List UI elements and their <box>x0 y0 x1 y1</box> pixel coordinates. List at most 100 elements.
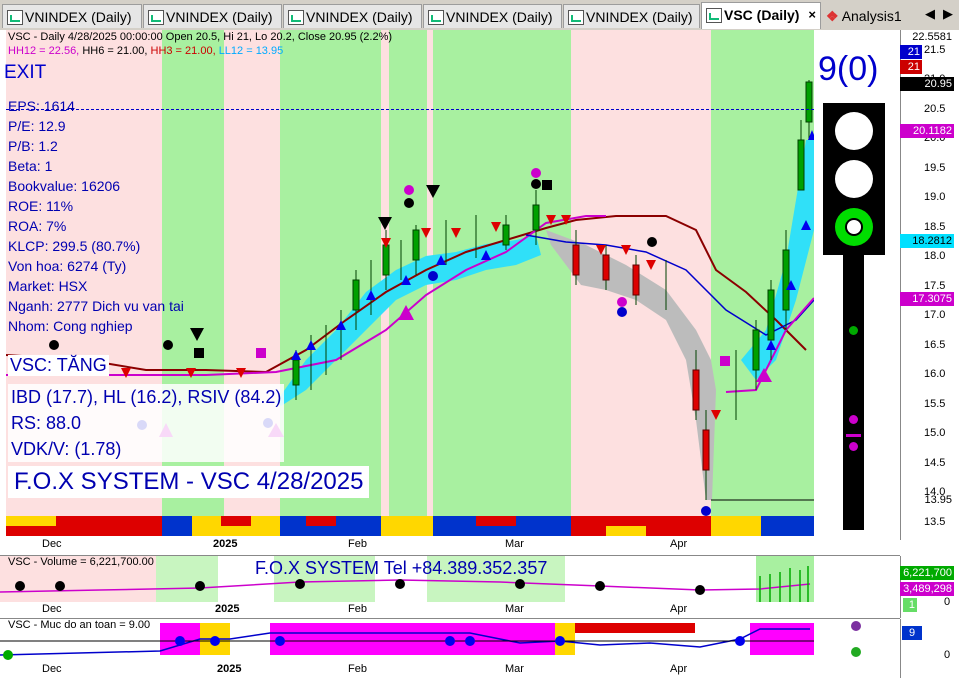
tick: 14.5 <box>924 457 946 469</box>
fundamentals-panel: EPS: 1614 P/E: 12.9 P/B: 1.2 Beta: 1 Boo… <box>8 96 184 336</box>
fund-roe: ROE: 11% <box>8 198 74 214</box>
price-pane[interactable]: VSC - Daily 4/28/2025 00:00:00 Open 20.5… <box>0 30 959 550</box>
tab-vnindex-1[interactable]: VNINDEX (Daily) <box>2 4 142 28</box>
trend-label: VSC: TĂNG <box>8 355 109 376</box>
tick: 21.5 <box>924 44 946 56</box>
tab-scroll: ◀ ▶ <box>917 6 953 22</box>
chart-tab-icon <box>7 10 23 25</box>
magenta-dot <box>404 185 414 195</box>
green-dot <box>851 647 861 657</box>
tick: 17.5 <box>924 280 946 292</box>
fox-title: F.O.X SYSTEM - VSC 4/28/2025 <box>8 466 370 498</box>
hh3-label: HH3 = 21.00, <box>150 45 216 57</box>
volume-pane[interactable]: VSC - Volume = 6,221,700.00 F.O.X SYSTEM… <box>0 555 959 618</box>
tab-label: VNINDEX (Daily) <box>25 9 132 25</box>
tab-vsc[interactable]: VSC (Daily) × <box>701 2 821 29</box>
black-square <box>194 348 204 358</box>
gray-cloud <box>546 230 716 500</box>
month-feb: Feb <box>348 603 367 615</box>
tick: 20.5 <box>924 103 946 115</box>
month-2025: 2025 <box>215 603 240 615</box>
fund-roa: ROA: 7% <box>8 218 67 234</box>
month-feb: Feb <box>348 538 367 550</box>
hh6-label: HH6 = 21.00, <box>82 45 148 57</box>
price-tag-hh3: 21 <box>900 60 922 74</box>
chart-tab-icon <box>706 8 722 23</box>
tick: 17.0 <box>924 309 946 321</box>
signal-pole <box>843 255 864 530</box>
fund-beta: Beta: 1 <box>8 158 53 174</box>
tick: 16.0 <box>924 368 946 380</box>
lamp-top <box>835 112 873 150</box>
safety-bars <box>160 623 814 655</box>
chart-tab-icon <box>428 10 444 25</box>
price-tag-ll12: 13.95 <box>924 494 952 506</box>
tab-bar: VNINDEX (Daily) VNINDEX (Daily) VNINDEX … <box>0 0 959 31</box>
magenta-dot <box>617 297 627 307</box>
volume-ma-tag: 3,489,298 <box>900 582 954 596</box>
fund-bookvalue: Bookvalue: 16206 <box>8 178 121 194</box>
month-apr: Apr <box>670 663 688 675</box>
tick: 15.5 <box>924 398 946 410</box>
traffic-light <box>823 103 885 255</box>
fox-tel: F.O.X SYSTEM Tel +84.389.352.357 <box>255 558 548 578</box>
tab-label: VNINDEX (Daily) <box>166 9 273 25</box>
analysis-icon: ❖ <box>826 8 839 24</box>
close-tab-icon[interactable]: × <box>808 3 816 27</box>
fund-market: Market: HSX <box>8 278 88 294</box>
tick: 19.5 <box>924 162 946 174</box>
price-tag-ma2: 17.3075 <box>900 292 954 306</box>
tab-label: VNINDEX (Daily) <box>446 9 553 25</box>
month-dec: Dec <box>42 538 62 550</box>
tab-vnindex-3[interactable]: VNINDEX (Daily) <box>283 4 422 28</box>
tab-label: VNINDEX (Daily) <box>586 9 693 25</box>
indicator-panel: IBD (17.7), HL (16.2), RSIV (84.2) RS: 8… <box>8 384 285 462</box>
safety-header: VSC - Muc do an toan = 9.00 <box>8 619 151 631</box>
tab-analysis[interactable]: ❖ Analysis1 <box>826 5 902 27</box>
signal-count: 9(0) <box>818 50 879 88</box>
month-dec: Dec <box>42 603 62 615</box>
ind-rs: RS: 88.0 <box>11 413 82 433</box>
month-mar: Mar <box>505 663 524 675</box>
green-dot <box>3 650 13 660</box>
hh12-label: HH12 = 22.56, <box>8 45 80 57</box>
chart-header: VSC - Daily 4/28/2025 00:00:00 Open 20.5… <box>8 31 393 43</box>
price-tag-close: 20.95 <box>900 77 954 91</box>
month-apr: Apr <box>670 603 688 615</box>
tab-vnindex-4[interactable]: VNINDEX (Daily) <box>423 4 562 28</box>
cyan-cloud <box>276 235 541 406</box>
fund-vonhoa: Von hoa: 6274 (Ty) <box>8 258 127 274</box>
tick: 13.5 <box>924 516 946 528</box>
tick: 18.0 <box>924 250 946 262</box>
month-2025: 2025 <box>217 663 242 675</box>
tab-label: VNINDEX (Daily) <box>306 9 413 25</box>
safety-pane[interactable]: VSC - Muc do an toan = 9.00 9 0 Dec 2025… <box>0 618 959 678</box>
month-2025: 2025 <box>213 538 238 550</box>
scroll-right-icon[interactable]: ▶ <box>943 6 953 21</box>
volume-zero: 0 <box>944 596 951 608</box>
ll12-label: LL12 = 13.95 <box>218 45 284 57</box>
month-mar: Mar <box>505 538 524 550</box>
month-feb: Feb <box>348 663 367 675</box>
volume-header: VSC - Volume = 6,221,700.00 <box>8 556 154 568</box>
magenta-square <box>256 348 266 358</box>
lamp-middle <box>835 160 873 198</box>
fund-nganh: Nganh: 2777 Dich vu van tai <box>8 298 184 314</box>
chart-tab-icon <box>288 10 304 25</box>
magenta-square <box>720 356 730 366</box>
tab-vnindex-2[interactable]: VNINDEX (Daily) <box>143 4 282 28</box>
tab-vnindex-5[interactable]: VNINDEX (Daily) <box>563 4 700 28</box>
purple-dot <box>851 621 861 631</box>
signal-color-bar <box>6 516 814 536</box>
fund-nhom: Nhom: Cong nghiep <box>8 318 133 334</box>
black-down-triangle <box>190 328 204 341</box>
chart-tab-icon <box>148 10 164 25</box>
chart-header-levels: HH12 = 22.56, HH6 = 21.00, HH3 = 21.00, … <box>8 45 283 57</box>
price-tag-ma1: 20.1182 <box>900 124 954 138</box>
month-dec: Dec <box>42 663 62 675</box>
volume-count-tag: 1 <box>903 598 917 612</box>
black-square <box>542 180 552 190</box>
scroll-left-icon[interactable]: ◀ <box>925 6 935 21</box>
ind-vdk: VDK/V: (1.78) <box>11 439 122 459</box>
fund-pe: P/E: 12.9 <box>8 118 66 134</box>
